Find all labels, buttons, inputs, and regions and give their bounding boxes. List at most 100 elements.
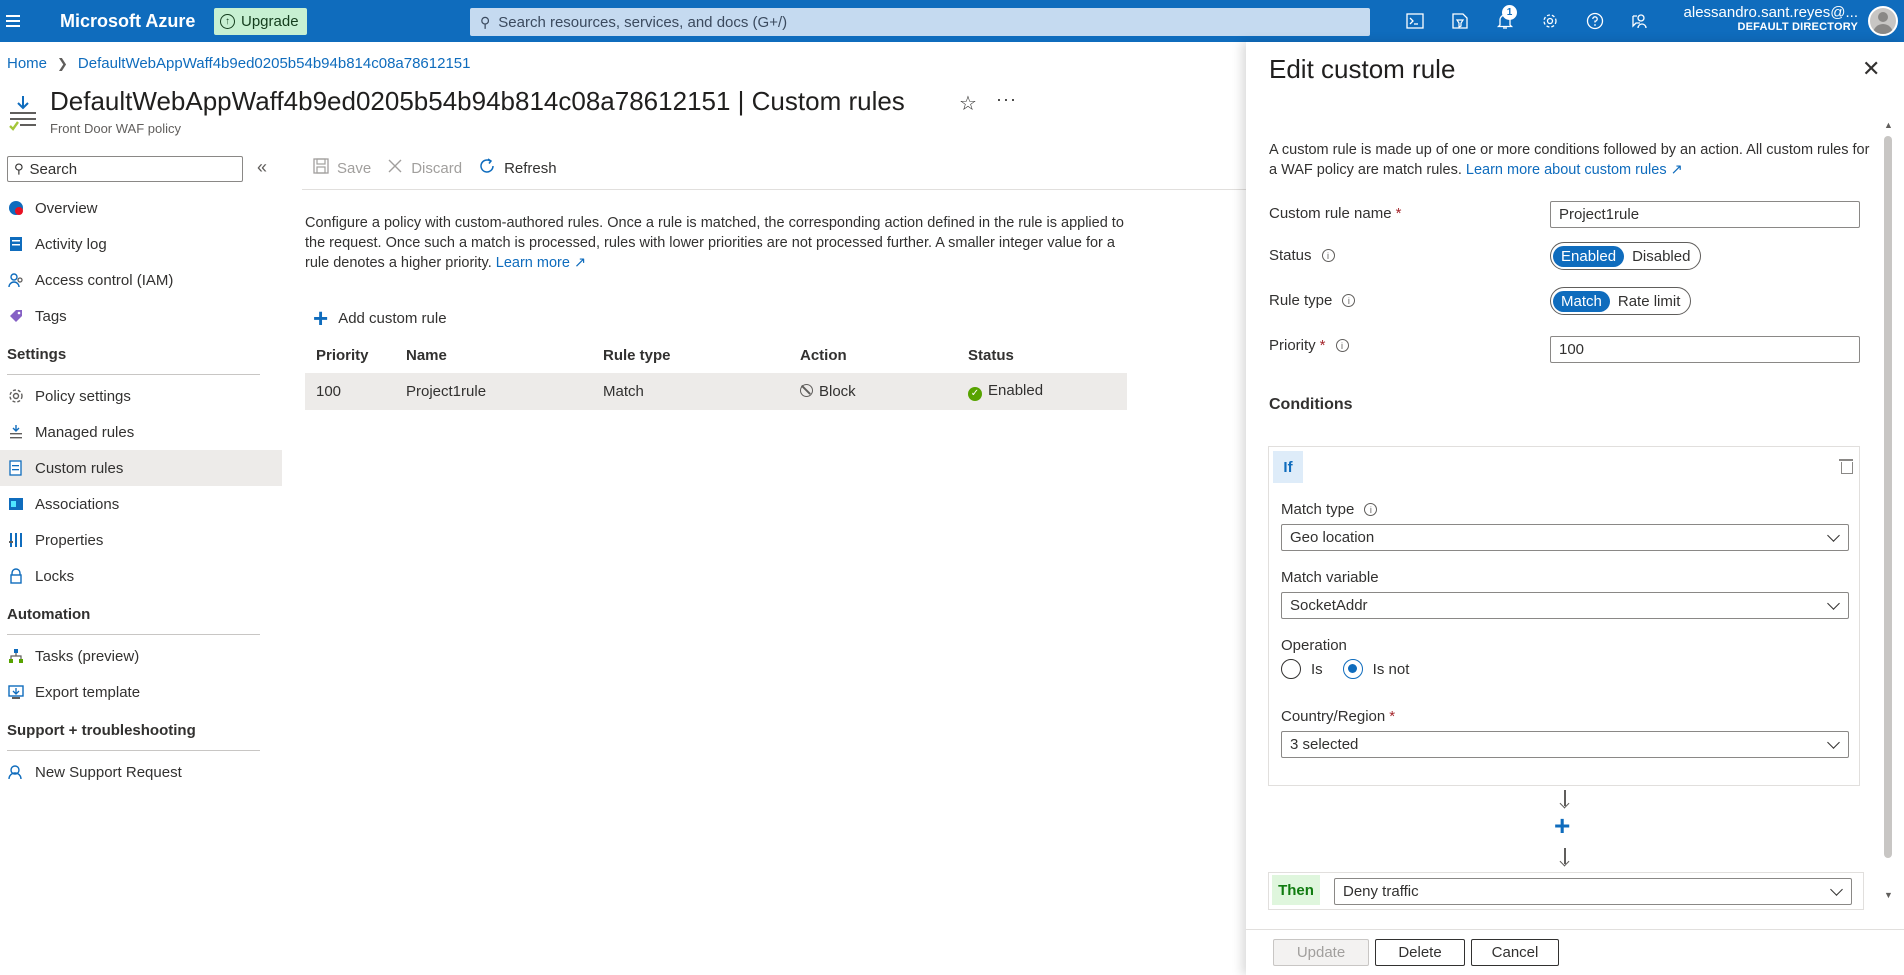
sidebar-search-input[interactable]: ⚲ Search — [7, 156, 243, 182]
table-row[interactable]: 100 Project1rule Match Block ✓ Enabled — [305, 373, 1127, 410]
plus-icon: + — [313, 303, 329, 333]
then-action-dropdown[interactable]: Deny traffic — [1334, 878, 1852, 905]
status-option-disabled[interactable]: Disabled — [1624, 246, 1698, 267]
directory-filter-icon[interactable] — [1437, 0, 1482, 42]
sidebar-item-overview[interactable]: Overview — [0, 190, 282, 226]
gear-icon[interactable] — [1527, 0, 1572, 42]
support-heading: Support + troubleshooting — [7, 721, 196, 739]
cell-name[interactable]: Project1rule — [395, 373, 592, 410]
close-icon[interactable]: ✕ — [1862, 56, 1880, 82]
rule-type-label: Rule type i — [1269, 292, 1356, 309]
sidebar-item-label: Locks — [35, 567, 75, 585]
iam-icon — [7, 271, 25, 289]
more-options-icon[interactable]: ··· — [996, 89, 1017, 110]
collapse-sidebar-icon[interactable]: « — [257, 157, 267, 178]
status-toggle[interactable]: Enabled Disabled — [1550, 242, 1702, 270]
condition-card: If Match type i Geo location Match variab… — [1268, 446, 1860, 786]
scroll-down-icon[interactable]: ▼ — [1884, 890, 1893, 900]
status-option-enabled[interactable]: Enabled — [1553, 245, 1625, 267]
sidebar-item-associations[interactable]: Associations — [0, 486, 282, 522]
menu-icon[interactable] — [6, 15, 30, 27]
breadcrumb-home[interactable]: Home — [7, 55, 47, 72]
column-header-priority[interactable]: Priority — [305, 337, 395, 373]
custom-rules-table: Priority Name Rule type Action Status 10… — [305, 337, 1127, 410]
learn-more-label: Learn more — [495, 255, 570, 271]
add-custom-rule-button[interactable]: + Add custom rule — [313, 305, 447, 331]
cloud-shell-icon[interactable] — [1392, 0, 1437, 42]
update-button[interactable]: Update — [1273, 939, 1369, 966]
chevron-down-icon — [1827, 529, 1840, 542]
column-header-status[interactable]: Status — [957, 337, 1127, 373]
rule-type-toggle[interactable]: Match Rate limit — [1550, 287, 1692, 315]
sidebar-item-label: Tasks (preview) — [35, 647, 140, 665]
sidebar-item-new-support-request[interactable]: New Support Request — [0, 754, 282, 790]
breadcrumb-current[interactable]: DefaultWebAppWaff4b9ed0205b54b94b814c08a… — [78, 55, 471, 72]
brand-title[interactable]: Microsoft Azure — [60, 11, 195, 32]
scroll-up-icon[interactable]: ▲ — [1884, 120, 1893, 130]
custom-rule-name-input[interactable]: Project1rule — [1550, 201, 1860, 228]
associations-icon — [7, 495, 25, 513]
save-button[interactable]: Save — [313, 157, 371, 179]
cancel-button[interactable]: Cancel — [1471, 939, 1559, 966]
custom-rule-name-label: Custom rule name * — [1269, 205, 1401, 222]
match-variable-dropdown[interactable]: SocketAddr — [1281, 592, 1849, 619]
sidebar-item-label: Properties — [35, 531, 104, 549]
upgrade-button[interactable]: ↑ Upgrade — [214, 8, 307, 35]
favorite-star-icon[interactable]: ☆ — [959, 91, 977, 116]
operation-label-text: Operation — [1281, 637, 1347, 654]
sidebar-item-tasks[interactable]: Tasks (preview) — [0, 638, 282, 674]
feedback-icon[interactable] — [1617, 0, 1662, 42]
operation-is-not-radio[interactable] — [1342, 659, 1363, 679]
trash-icon[interactable] — [1839, 457, 1853, 474]
required-asterisk: * — [1319, 337, 1326, 354]
sidebar-item-custom-rules[interactable]: Custom rules — [0, 450, 282, 486]
bell-icon[interactable]: 1 — [1482, 0, 1527, 42]
user-account[interactable]: alessandro.sant.reyes@... DEFAULT DIRECT… — [1684, 5, 1858, 34]
sidebar-item-export-template[interactable]: Export template — [0, 674, 282, 710]
refresh-button[interactable]: Refresh — [478, 157, 557, 180]
cell-rule-type: Match — [603, 383, 644, 400]
info-icon[interactable]: i — [1321, 249, 1335, 262]
country-region-label-text: Country/Region — [1281, 708, 1386, 725]
info-icon[interactable]: i — [1342, 294, 1356, 307]
rule-type-option-rate-limit[interactable]: Rate limit — [1610, 291, 1689, 312]
rule-type-label-text: Rule type — [1269, 292, 1333, 309]
scrollbar-thumb[interactable] — [1884, 136, 1892, 858]
user-directory: DEFAULT DIRECTORY — [1737, 21, 1858, 33]
settings-heading: Settings — [7, 345, 67, 363]
add-condition-plus-icon[interactable]: + — [1554, 812, 1570, 840]
sidebar-item-managed-rules[interactable]: Managed rules — [0, 414, 282, 450]
sidebar-item-properties[interactable]: Properties — [0, 522, 282, 558]
sidebar-item-activity-log[interactable]: Activity log — [0, 226, 282, 262]
sidebar-item-label: New Support Request — [35, 763, 182, 781]
panel-footer: Update Delete Cancel — [1246, 929, 1904, 975]
learn-more-link[interactable]: Learn more ↗ — [496, 255, 586, 271]
rule-type-option-match[interactable]: Match — [1553, 290, 1610, 312]
operation-is-not-label[interactable]: Is not — [1373, 661, 1410, 678]
info-icon[interactable]: i — [1335, 339, 1349, 352]
operation-is-label[interactable]: Is — [1311, 661, 1323, 678]
cell-action: Block — [789, 373, 957, 410]
sidebar-item-tags[interactable]: Tags — [0, 298, 282, 334]
column-header-action[interactable]: Action — [789, 337, 957, 373]
external-link-icon: ↗ — [1670, 162, 1683, 178]
learn-more-custom-rules-link[interactable]: Learn more about custom rules ↗ — [1466, 162, 1683, 178]
priority-input[interactable]: 100 — [1550, 336, 1860, 363]
arrow-down-icon — [1564, 848, 1566, 864]
panel-scrollbar[interactable]: ▲ ▼ — [1882, 118, 1894, 908]
info-icon[interactable]: i — [1364, 503, 1378, 516]
global-search-input[interactable]: ⚲ Search resources, services, and docs (… — [470, 8, 1370, 36]
upgrade-arrow-icon: ↑ — [220, 14, 235, 29]
avatar[interactable] — [1868, 6, 1898, 36]
match-type-dropdown[interactable]: Geo location — [1281, 524, 1849, 551]
help-icon[interactable] — [1572, 0, 1617, 42]
sidebar-item-policy-settings[interactable]: Policy settings — [0, 378, 282, 414]
operation-is-radio[interactable] — [1281, 659, 1301, 679]
column-header-name[interactable]: Name — [395, 337, 592, 373]
country-region-dropdown[interactable]: 3 selected — [1281, 731, 1849, 758]
delete-button[interactable]: Delete — [1375, 939, 1465, 966]
discard-button[interactable]: Discard — [387, 158, 462, 179]
column-header-rule-type[interactable]: Rule type — [592, 337, 789, 373]
sidebar-item-locks[interactable]: Locks — [0, 558, 282, 594]
sidebar-item-access-control[interactable]: Access control (IAM) — [0, 262, 282, 298]
